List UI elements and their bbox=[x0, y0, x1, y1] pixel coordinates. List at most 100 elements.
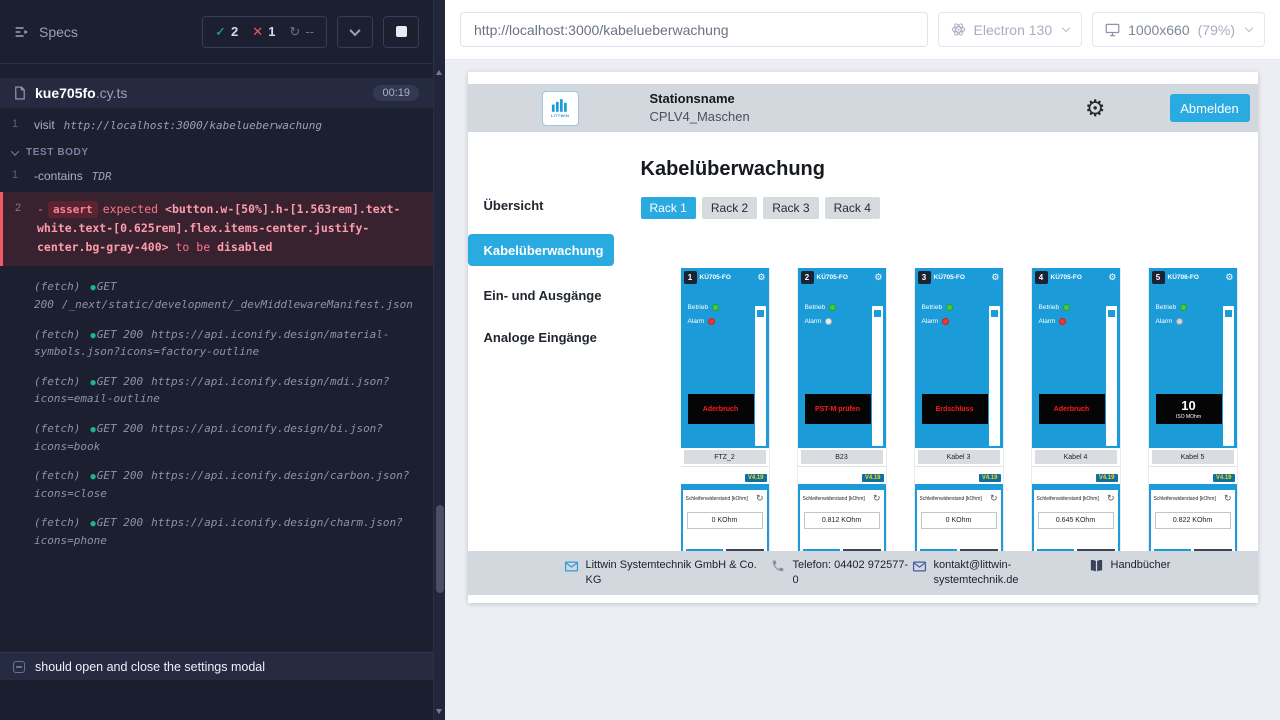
status-dot-icon: ● bbox=[90, 283, 95, 293]
stop-icon bbox=[396, 26, 407, 37]
device-card-header: 5KÜ706-FO⚙ bbox=[1149, 268, 1237, 286]
check-icon: ✓ bbox=[215, 24, 226, 40]
fetch-method: (fetch) bbox=[34, 516, 80, 529]
fetch-log-entry[interactable]: (fetch)●GET 200https://api.iconify.desig… bbox=[0, 420, 433, 455]
scroll-up-arrow[interactable] bbox=[436, 70, 442, 75]
refresh-icon[interactable]: ↻ bbox=[756, 494, 764, 503]
betrieb-label: Betrieb bbox=[922, 304, 943, 311]
app-sidebar: Übersicht Kabelüberwachung Ein- und Ausgän… bbox=[468, 132, 624, 551]
rack-tab-3[interactable]: Rack 3 bbox=[763, 197, 818, 219]
alarm-led bbox=[1059, 318, 1066, 325]
device-card-1: 1KÜ705-FO⚙BetriebAlarmAderbruchFTZ_2V4.1… bbox=[681, 268, 769, 551]
device-panel: BetriebAlarmAderbruch bbox=[1032, 304, 1120, 448]
screen: Specs ✓2 ✕1 ↻-- kue705fo.cy.ts 00:19 1 v… bbox=[0, 0, 1280, 720]
resistance-value: 0.812 KOhm bbox=[804, 512, 880, 529]
terminal-strip bbox=[755, 306, 766, 446]
browser-select[interactable]: Electron 130 bbox=[938, 12, 1083, 47]
pending-count: ↻-- bbox=[289, 24, 314, 40]
settings-gear-icon[interactable]: ⚙ bbox=[1085, 97, 1106, 120]
measurement-label: Schleifenwiderstand [kOhm] bbox=[1037, 496, 1099, 502]
collapsed-test-icon bbox=[13, 661, 25, 673]
device-gear-icon[interactable]: ⚙ bbox=[874, 273, 882, 282]
device-model: KÜ705-FO bbox=[934, 274, 989, 281]
device-gear-icon[interactable]: ⚙ bbox=[1108, 273, 1116, 282]
refresh-icon[interactable]: ↻ bbox=[1224, 494, 1232, 503]
logout-button[interactable]: Abmelden bbox=[1170, 94, 1250, 122]
status-display: Aderbruch bbox=[1039, 394, 1105, 424]
measurement-panel: Schleifenwiderstand [kOhm]↻0.645 KOhmSch… bbox=[1034, 490, 1118, 551]
fetch-log-entry[interactable]: (fetch)●GET 200https://api.iconify.desig… bbox=[0, 373, 433, 408]
refresh-icon[interactable]: ↻ bbox=[990, 494, 998, 503]
device-gear-icon[interactable]: ⚙ bbox=[757, 273, 765, 282]
rack-tab-4[interactable]: Rack 4 bbox=[825, 197, 880, 219]
stop-run-button[interactable] bbox=[383, 16, 419, 48]
status-dot-icon: ● bbox=[90, 519, 95, 529]
test-body-toggle[interactable]: TEST BODY bbox=[0, 136, 433, 165]
scrollbar-thumb[interactable] bbox=[436, 505, 444, 593]
rack-tab-1[interactable]: Rack 1 bbox=[641, 197, 696, 219]
specs-icon bbox=[14, 25, 30, 39]
status-display: 10ISO MOhm bbox=[1156, 394, 1222, 424]
test-stats: ✓2 ✕1 ↻-- bbox=[202, 16, 327, 48]
cable-label-bar: Kabel 5 bbox=[1149, 448, 1237, 466]
refresh-icon[interactable]: ↻ bbox=[1107, 494, 1115, 503]
station-label: Stationsname bbox=[650, 91, 750, 107]
cross-icon: ✕ bbox=[252, 24, 263, 40]
status-display: PST-M prüfen bbox=[805, 394, 871, 424]
cable-label-bar: Kabel 4 bbox=[1032, 448, 1120, 466]
device-card-header: 1KÜ705-FO⚙ bbox=[681, 268, 769, 286]
reporter-scrollbar[interactable] bbox=[433, 0, 445, 720]
alarm-label: Alarm bbox=[1039, 318, 1056, 325]
device-number: 2 bbox=[801, 271, 814, 284]
footer-item-mail[interactable]: kontakt@littwin-systemtechnik.de bbox=[912, 558, 1024, 588]
measurement-label: Schleifenwiderstand [kOhm] bbox=[1154, 496, 1216, 502]
device-panel: BetriebAlarmPST-M prüfen bbox=[798, 304, 886, 448]
specs-menu-button[interactable]: Specs bbox=[14, 24, 78, 40]
device-gear-icon[interactable]: ⚙ bbox=[1225, 273, 1233, 282]
refresh-icon[interactable]: ↻ bbox=[873, 494, 881, 503]
nav-item-ein-und-ausgänge[interactable]: Ein- und Ausgänge bbox=[468, 282, 624, 308]
spec-header[interactable]: kue705fo.cy.ts 00:19 bbox=[0, 78, 433, 108]
version-row: V4.19 bbox=[798, 466, 886, 484]
device-card-header: 3KÜ705-FO⚙ bbox=[915, 268, 1003, 286]
chevron-down-icon bbox=[11, 147, 19, 155]
fetch-method: (fetch) bbox=[34, 375, 80, 388]
monitor-icon bbox=[1105, 23, 1120, 37]
contains-command-row[interactable]: 1 -contains TDR bbox=[0, 165, 433, 187]
fetch-log-entry[interactable]: (fetch)●GET 200https://api.iconify.desig… bbox=[0, 514, 433, 549]
betrieb-label: Betrieb bbox=[688, 304, 709, 311]
measurement-panel: Schleifenwiderstand [kOhm]↻0 KOhmSchleif… bbox=[683, 490, 767, 551]
device-number: 4 bbox=[1035, 271, 1048, 284]
app-header: LITTWIN Stationsname CPLV4_Maschen ⚙ Abm… bbox=[468, 84, 1258, 132]
visit-command-row[interactable]: 1 visit http://localhost:3000/kabelueber… bbox=[0, 114, 433, 136]
aut-stage: LITTWIN Stationsname CPLV4_Maschen ⚙ Abm… bbox=[445, 60, 1280, 720]
device-panel: BetriebAlarmAderbruch bbox=[681, 304, 769, 448]
electron-icon bbox=[951, 22, 966, 37]
measurement-panel: Schleifenwiderstand [kOhm]↻0 KOhmSchleif… bbox=[917, 490, 1001, 551]
footer-item-phone[interactable]: Telefon: 04402 972577-0 bbox=[771, 558, 913, 588]
aut-url-field[interactable]: http://localhost:3000/kabelueberwachung bbox=[460, 12, 928, 47]
resistance-value: 0 KOhm bbox=[687, 512, 763, 529]
failed-assert-row[interactable]: 2-assertexpected <button.w-[50%].h-[1.56… bbox=[0, 192, 433, 266]
fetch-log-list: (fetch)●GET 200/_next/static/development… bbox=[0, 278, 433, 549]
viewport-select[interactable]: 1000x660 (79%) bbox=[1092, 12, 1265, 47]
next-test-title: should open and close the settings modal bbox=[35, 660, 265, 674]
device-gear-icon[interactable]: ⚙ bbox=[991, 273, 999, 282]
terminal-strip bbox=[872, 306, 883, 446]
fetch-log-entry[interactable]: (fetch)●GET 200/_next/static/development… bbox=[0, 278, 433, 313]
nav-item-übersicht[interactable]: Übersicht bbox=[468, 192, 624, 218]
footer-item-book[interactable]: Handbücher bbox=[1089, 558, 1171, 578]
spec-name: kue705fo.cy.ts bbox=[35, 85, 127, 101]
fetch-log-entry[interactable]: (fetch)●GET 200https://api.iconify.desig… bbox=[0, 326, 433, 361]
nav-item-kabelüberwachung[interactable]: Kabelüberwachung bbox=[468, 234, 614, 266]
fetch-log-entry[interactable]: (fetch)●GET 200https://api.iconify.desig… bbox=[0, 467, 433, 502]
fetch-url: https://api.iconify.design/material-symb… bbox=[34, 328, 390, 359]
next-test-row[interactable]: should open and close the settings modal bbox=[0, 652, 433, 680]
station-info: Stationsname CPLV4_Maschen bbox=[650, 91, 750, 126]
measurement-label: Schleifenwiderstand [kOhm] bbox=[920, 496, 982, 502]
rack-tab-2[interactable]: Rack 2 bbox=[702, 197, 757, 219]
collapse-all-button[interactable] bbox=[337, 16, 373, 48]
scroll-down-arrow[interactable] bbox=[436, 709, 442, 714]
nav-item-analoge-eingänge[interactable]: Analoge Eingänge bbox=[468, 324, 624, 350]
failed-count: ✕1 bbox=[252, 24, 275, 40]
